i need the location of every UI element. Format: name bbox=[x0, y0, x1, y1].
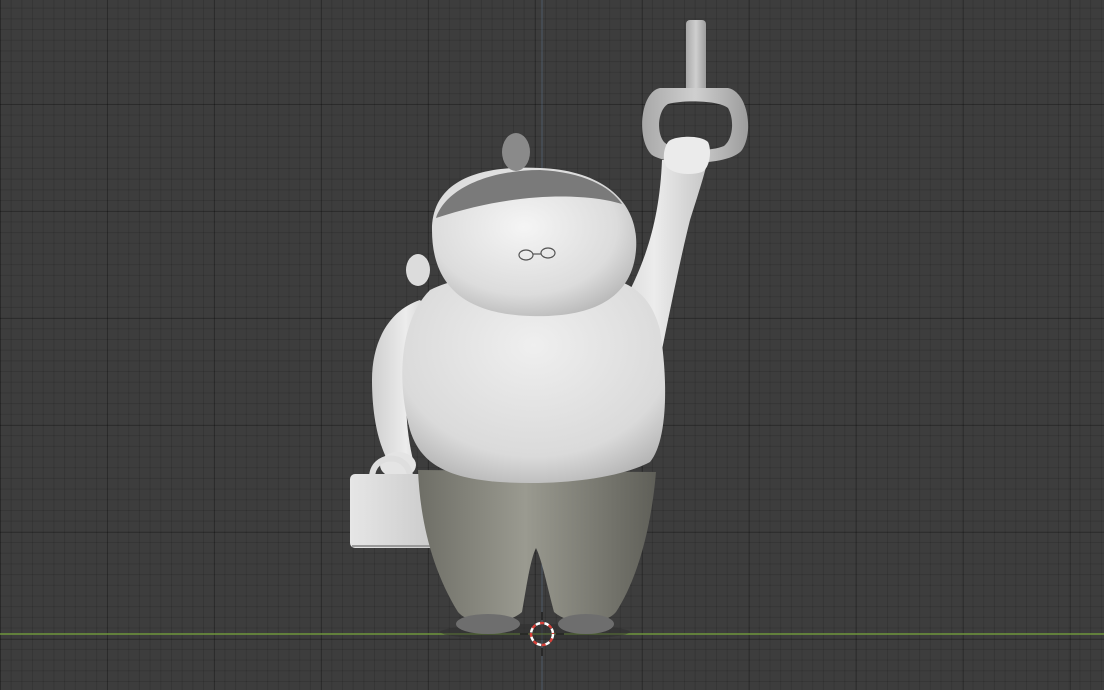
right-shoe bbox=[558, 614, 614, 634]
viewport-scene bbox=[0, 0, 1104, 690]
hair-bun bbox=[502, 133, 530, 171]
pants bbox=[418, 470, 656, 623]
strap bbox=[686, 20, 706, 92]
left-shoe bbox=[456, 614, 520, 634]
ear bbox=[406, 254, 430, 286]
raised-hand bbox=[663, 136, 710, 174]
3d-viewport[interactable] bbox=[0, 0, 1104, 690]
